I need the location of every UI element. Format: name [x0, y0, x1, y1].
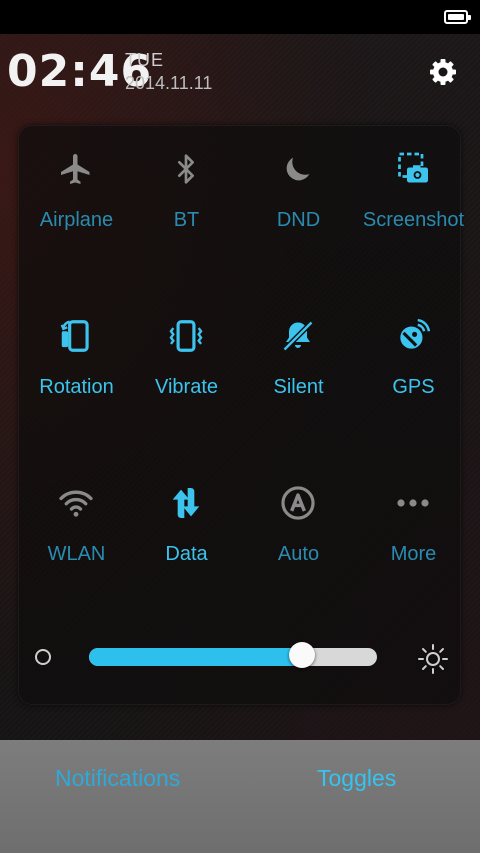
status-bar	[0, 0, 480, 34]
toggle-label: Screenshot	[362, 209, 465, 231]
toggle-rotation[interactable]: Rotation	[18, 292, 135, 402]
toggle-label: More	[390, 543, 437, 565]
toggle-gps[interactable]: GPS	[355, 292, 472, 402]
toggle-label: Auto	[277, 543, 320, 565]
toggle-label: GPS	[392, 376, 435, 398]
airplane-icon	[56, 149, 96, 189]
clock-day: TUE	[125, 50, 164, 70]
toggle-auto-brightness[interactable]: Auto	[240, 459, 357, 569]
clock-date: 2014.11.11	[125, 73, 213, 93]
battery-icon	[444, 10, 471, 24]
toggle-label: DND	[276, 209, 321, 231]
auto-brightness-icon	[278, 483, 318, 523]
brightness-low-icon	[35, 649, 51, 665]
toggle-dnd[interactable]: DND	[240, 125, 357, 235]
quick-toggles-panel: Airplane BT DND Screenshot Rotation Vibr…	[18, 125, 464, 705]
toggle-vibrate[interactable]: Vibrate	[128, 292, 245, 402]
more-icon	[393, 483, 433, 523]
toggle-silent[interactable]: Silent	[240, 292, 357, 402]
toggle-label: Data	[165, 543, 208, 565]
moon-icon	[278, 149, 318, 189]
toggle-bluetooth[interactable]: BT	[128, 125, 245, 235]
data-sync-icon	[166, 483, 206, 523]
rotation-icon	[56, 316, 96, 356]
silent-bell-icon	[278, 316, 318, 356]
brightness-slider-track[interactable]	[89, 648, 377, 666]
toggle-airplane[interactable]: Airplane	[18, 125, 135, 235]
brightness-slider-fill	[89, 648, 302, 666]
bottom-tab-bar: Notifications Toggles	[0, 740, 480, 853]
toggle-wlan[interactable]: WLAN	[18, 459, 135, 569]
toggle-label: Silent	[273, 376, 324, 398]
tab-toggles[interactable]: Toggles	[317, 765, 396, 792]
toggle-label: Rotation	[39, 376, 114, 398]
tab-notifications[interactable]: Notifications	[55, 765, 180, 792]
gps-icon	[393, 316, 433, 356]
toggle-screenshot[interactable]: Screenshot	[355, 125, 472, 235]
vibrate-icon	[166, 316, 206, 356]
toggle-label: BT	[173, 209, 200, 231]
screenshot-icon	[393, 149, 433, 189]
toggle-data[interactable]: Data	[128, 459, 245, 569]
settings-gear-icon[interactable]	[427, 56, 459, 88]
brightness-slider-thumb[interactable]	[289, 642, 315, 668]
toggle-label: WLAN	[47, 543, 106, 565]
wifi-icon	[56, 483, 96, 523]
toggle-more[interactable]: More	[355, 459, 472, 569]
toggle-label: Airplane	[39, 209, 114, 231]
brightness-high-icon	[417, 643, 449, 675]
toggle-label: Vibrate	[154, 376, 218, 398]
bluetooth-icon	[166, 149, 206, 189]
